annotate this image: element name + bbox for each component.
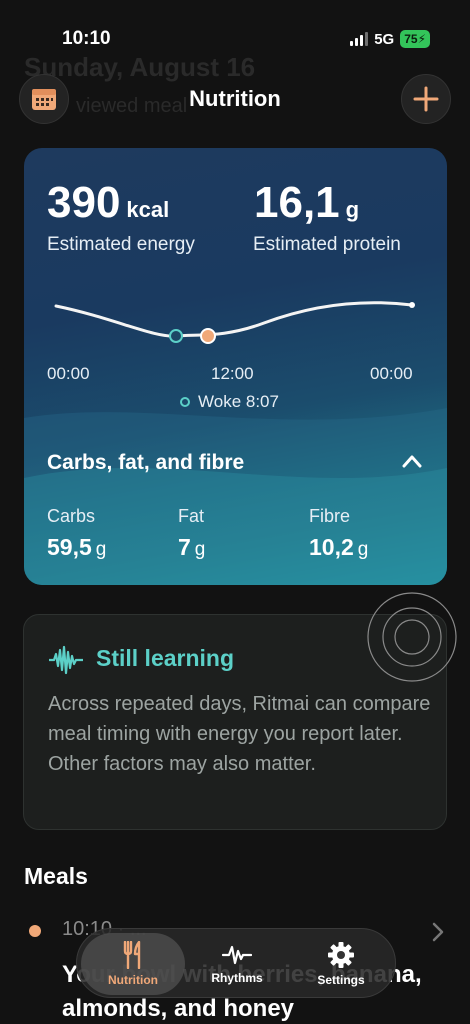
battery-icon: 75⚡ <box>400 30 430 48</box>
learning-body: Across repeated days, Ritmai can compare… <box>48 693 431 775</box>
waveform-icon <box>49 645 83 675</box>
fat-unit: g <box>194 539 206 560</box>
network-label: 5G <box>374 30 395 48</box>
nutrition-summary-card: 390 kcal Estimated energy 16,1 g Estimated… <box>24 148 447 585</box>
carbs-unit: g <box>95 539 107 560</box>
fat-value: 7g <box>178 534 205 561</box>
woke-dot-icon <box>180 397 190 407</box>
plus-icon <box>413 86 439 112</box>
page-title: Nutrition <box>189 86 281 111</box>
assistive-touch-icon[interactable] <box>366 591 458 683</box>
tab-label: Rhythms <box>211 971 263 985</box>
carbs-label: Carbs <box>47 506 96 526</box>
timeline-end: 00:00 <box>370 364 413 383</box>
tab-label: Settings <box>317 973 365 987</box>
meal-marker <box>200 328 216 344</box>
macros-title[interactable]: Carbs, fat, and fibre <box>47 451 244 475</box>
gear-icon <box>328 942 354 968</box>
timeline-mid: 12:00 <box>211 364 254 383</box>
status-time: 10:10 <box>62 28 111 49</box>
chevron-right-icon[interactable] <box>432 922 444 942</box>
waveform-icon <box>222 945 252 965</box>
carbs-number: 59,5 <box>47 534 92 560</box>
woke-label: Woke 8:07 <box>198 392 279 411</box>
tab-settings[interactable]: Settings <box>289 933 393 995</box>
add-meal-button[interactable] <box>401 74 451 124</box>
curve-end-dot <box>409 302 415 308</box>
carbs-value: 59,5 g <box>47 534 106 561</box>
fork-knife-icon <box>123 941 141 969</box>
wake-marker <box>169 329 183 343</box>
tab-bar: Nutrition Rhythms Settings <box>76 928 396 998</box>
meals-title: Meals <box>24 863 88 889</box>
meal-dot-icon <box>29 925 41 937</box>
fibre-label: Fibre <box>309 506 351 526</box>
tab-nutrition[interactable]: Nutrition <box>81 933 185 995</box>
status-bar: 10:10 5G 75⚡ <box>0 0 470 60</box>
woke-indicator: Woke 8:07 <box>180 392 279 412</box>
fibre-number: 10,2 <box>309 534 354 560</box>
tab-rhythms[interactable]: Rhythms <box>185 933 289 995</box>
fat-number: 7 <box>178 534 191 560</box>
battery-level: 75 <box>404 32 418 46</box>
timeline-start: 00:00 <box>47 364 90 383</box>
fibre-unit: g <box>357 539 369 560</box>
chevron-up-icon[interactable] <box>402 454 422 468</box>
signal-icon <box>350 32 369 46</box>
status-indicators: 5G 75⚡ <box>350 30 430 48</box>
learning-title: Still learning <box>96 645 235 671</box>
tab-label: Nutrition <box>108 973 158 987</box>
fibre-value: 10,2 g <box>309 534 368 561</box>
fat-label: Fat <box>178 506 205 526</box>
